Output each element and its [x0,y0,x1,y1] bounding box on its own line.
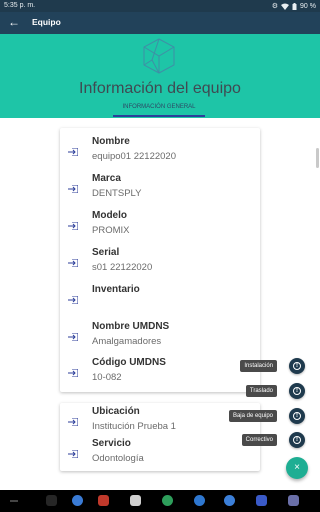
field-value: Institución Prueba 1 [92,421,176,432]
battery-level: 90 % [300,2,316,10]
login-icon [68,259,78,267]
app-icon[interactable] [194,495,205,506]
field-marca: Marca DENTSPLY [60,173,260,205]
gmail-icon[interactable] [130,495,141,506]
field-label: Serial [92,247,120,258]
action-baja-de-equipo[interactable]: Baja de equipo ! [180,408,305,424]
close-icon[interactable]: × [286,457,308,479]
field-value: Odontología [92,453,144,464]
login-icon [68,185,78,193]
app-title: Equipo [32,17,61,27]
field-nombre-umdns: Nombre UMDNS Amalgamadores [60,321,260,353]
status-bar: 5:35 p. m. ⚙ 90 % [0,0,320,12]
polyhedron-logo-icon [143,38,175,74]
field-value: 10-082 [92,372,122,383]
action-instalacion[interactable]: Instalación ! [180,358,305,374]
app-icon[interactable] [288,495,299,506]
field-value: s01 22122020 [92,262,153,273]
app-icon[interactable] [72,495,83,506]
field-label: Inventario [92,284,140,295]
info-icon[interactable]: ! [289,432,305,448]
field-modelo: Modelo PROMIX [60,210,260,242]
field-serial: Serial s01 22122020 [60,247,260,279]
status-indicators: ⚙ 90 % [272,2,316,10]
action-label[interactable]: Correctivo [241,434,277,446]
scroll-handle[interactable] [316,148,319,168]
field-label: Nombre UMDNS [92,321,170,332]
app-bar: ← Equipo [0,12,320,34]
app-icon[interactable] [224,495,235,506]
arrow-left-icon[interactable]: ← [8,15,20,29]
tab-informacion-general[interactable]: INFORMACIÓN GENERAL [113,104,205,117]
wifi-icon [281,3,290,10]
tab-label: INFORMACIÓN GENERAL [122,104,196,110]
action-label[interactable]: Baja de equipo [228,410,277,422]
status-time: 5:35 p. m. [4,2,36,9]
app-icon[interactable] [46,495,57,506]
action-label[interactable]: Traslado [245,385,277,397]
login-icon [68,222,78,230]
field-label: Código UMDNS [92,357,166,368]
battery-icon [292,2,297,10]
field-value: Amalgamadores [92,336,162,347]
login-icon [68,148,78,156]
login-icon [68,369,78,377]
login-icon [68,418,78,426]
settings-icon: ⚙ [271,3,279,10]
page-title: Información del equipo [79,80,241,97]
action-traslado[interactable]: Traslado ! [180,383,305,399]
system-nav-bar [0,490,320,512]
field-nombre: Nombre equipo01 22122020 [60,136,260,168]
login-icon [68,296,78,304]
info-icon[interactable]: ! [289,408,305,424]
field-label: Servicio [92,438,131,449]
action-label[interactable]: Instalación [240,360,277,372]
general-info-card: Nombre equipo01 22122020 Marca DENTSPLY … [60,128,260,392]
field-label: Modelo [92,210,127,221]
field-label: Ubicación [92,406,140,417]
action-correctivo[interactable]: Correctivo ! [180,432,305,448]
field-value: PROMIX [92,225,130,236]
field-inventario: Inventario [60,284,260,316]
app-icon[interactable] [256,495,267,506]
login-icon [68,450,78,458]
tab-indicator [113,115,205,117]
login-icon [68,333,78,341]
field-label: Nombre [92,136,130,147]
field-value: equipo01 22122020 [92,151,177,162]
app-icon[interactable] [98,495,109,506]
field-label: Marca [92,173,121,184]
info-icon[interactable]: ! [289,358,305,374]
app-icon[interactable] [162,495,173,506]
dock-divider-icon [10,500,18,502]
equipment-header: Información del equipo INFORMACIÓN GENER… [0,34,320,118]
field-value: DENTSPLY [92,188,142,199]
info-icon[interactable]: ! [289,383,305,399]
